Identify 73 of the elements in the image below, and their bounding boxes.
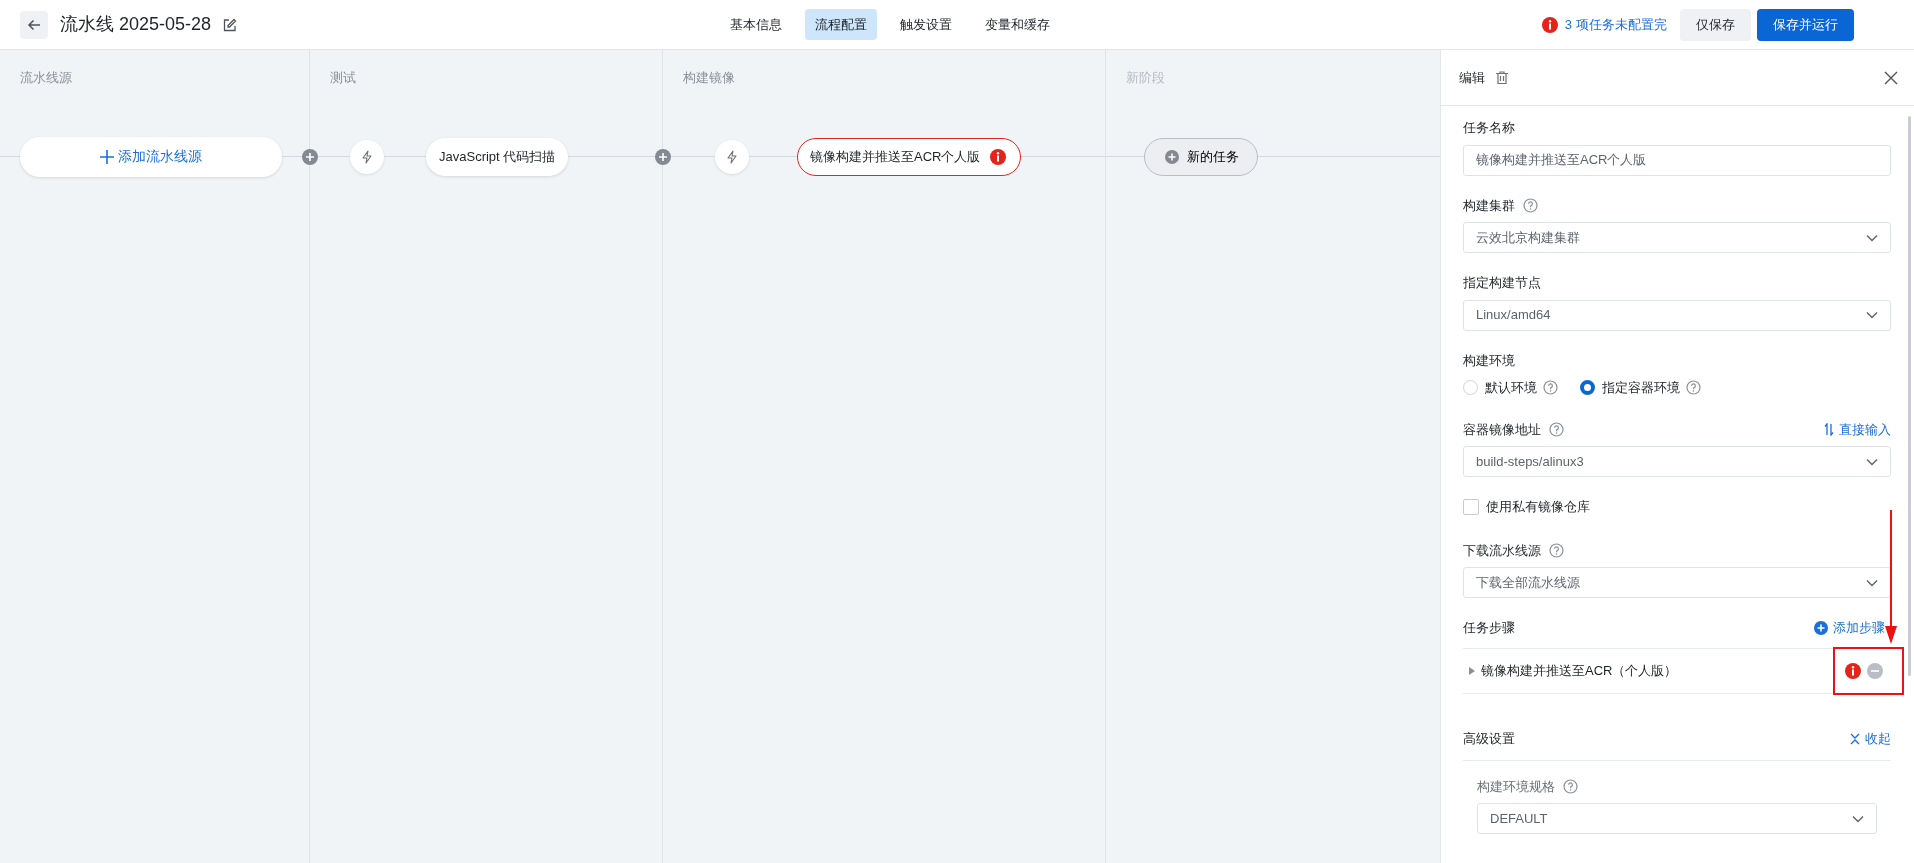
radio-label: 指定容器环境 [1601,379,1680,397]
step-name: 镜像构建并推送至ACR（个人版） [1481,661,1678,680]
back-arrow-icon [27,18,41,31]
stage-title: 构建镜像 [682,69,736,87]
chevron-down-icon [1866,457,1878,466]
section-title: 高级设置 [1463,729,1515,748]
field-label: 构建环境规格 [1477,777,1555,796]
error-icon [1844,662,1861,679]
lightning-icon [361,149,373,164]
add-stage-icon[interactable] [655,148,671,165]
add-stage-icon[interactable] [302,148,318,165]
direct-input-link[interactable]: 直接输入 [1824,419,1891,439]
highlight-box [1833,647,1904,695]
scrollbar[interactable] [1908,116,1911,676]
stage-title: 测试 [329,69,357,87]
save-button[interactable]: 仅保存 [1679,8,1751,41]
error-icon [1542,16,1559,33]
plus-icon [100,149,115,164]
nav-tab[interactable]: 基本信息 [719,8,792,41]
chevron-down-icon [1866,311,1878,319]
collapse-icon [1850,732,1860,745]
task-name: 镜像构建并推送至ACR个人版 [810,147,981,166]
pipeline-title: 流水线 2025-05-28 [60,13,212,36]
add-circle-icon [1814,620,1828,635]
chevron-down-icon [1866,233,1878,242]
warning-link[interactable]: 3 项任务未配置完 [1564,14,1667,35]
task-name: JavaScript 代码扫描 [439,147,556,166]
new-task-button[interactable]: 新的任务 [1144,137,1258,176]
edit-icon[interactable] [223,17,238,32]
field-label: 构建集群 [1463,196,1515,215]
trigger-node[interactable] [350,139,384,174]
field-label: 下载流水线源 [1463,541,1541,560]
lightning-icon [726,149,738,164]
help-icon [1686,380,1701,396]
back-button[interactable] [20,10,48,39]
close-icon[interactable] [1884,70,1898,85]
task-node[interactable]: 镜像构建并推送至ACR个人版 [797,137,1022,176]
field-label: 容器镜像地址 [1463,420,1541,439]
field-label: 指定构建节点 [1463,274,1541,292]
task-node[interactable]: JavaScript 代码扫描 [426,137,569,176]
step-row[interactable]: 镜像构建并推送至ACR（个人版） [1463,647,1891,694]
plus-circle-icon [1165,149,1179,164]
delete-icon[interactable] [1495,70,1509,85]
select-field[interactable]: Linux/amd64 [1463,299,1891,331]
radio-button[interactable] [1580,380,1595,396]
trigger-node[interactable] [715,139,749,174]
save-run-button[interactable]: 保存并运行 [1757,8,1854,41]
chevron-down-icon [1866,578,1878,587]
nav-tab[interactable]: 变量和缓存 [974,8,1060,41]
select-field[interactable]: build-steps/alinux3 [1463,446,1891,477]
collapse-link[interactable]: 收起 [1850,728,1891,749]
select-field[interactable]: 下载全部流水线源 [1463,567,1891,598]
checkbox[interactable] [1463,498,1479,515]
nav-tab[interactable]: 触发设置 [889,8,962,41]
stage-title: 流水线源 [19,69,73,87]
select-field[interactable]: 云效北京构建集群 [1463,222,1891,253]
error-icon [990,148,1007,165]
help-icon [1543,380,1558,396]
panel-title: 编辑 [1459,68,1485,87]
add-step-link[interactable]: 添加步骤 [1814,618,1885,638]
field-label: 任务名称 [1463,119,1515,137]
checkbox-label: 使用私有镜像仓库 [1485,498,1590,516]
chevron-down-icon [1852,814,1864,823]
swap-icon [1824,422,1834,436]
section-title: 任务步骤 [1463,619,1515,637]
field-label: 构建环境 [1463,351,1515,370]
add-source-button[interactable]: 添加流水线源 [20,136,282,177]
nav-tab[interactable]: 流程配置 [804,8,877,41]
select-field[interactable]: DEFAULT [1477,803,1877,834]
radio-label: 默认环境 [1484,379,1537,397]
caret-right-icon [1469,666,1475,675]
remove-icon[interactable] [1867,662,1883,679]
text-field[interactable]: 镜像构建并推送至ACR个人版 [1463,144,1891,176]
